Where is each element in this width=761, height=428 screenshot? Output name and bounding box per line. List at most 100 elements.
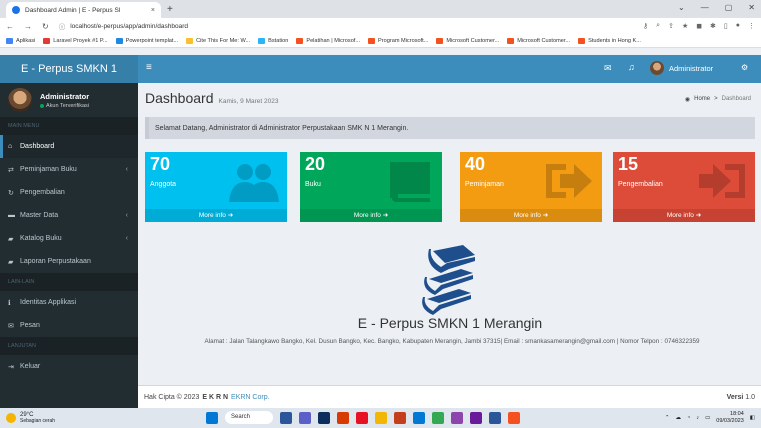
sun-icon xyxy=(6,413,16,423)
file-explorer-icon[interactable] xyxy=(375,411,387,424)
profile-icon[interactable]: ● xyxy=(736,22,740,30)
user-avatar[interactable] xyxy=(650,61,664,75)
sidebar-item-pesan[interactable]: ✉ Pesan xyxy=(0,314,138,337)
close-icon[interactable]: ✕ xyxy=(748,3,755,12)
volume-icon[interactable]: ♪ xyxy=(696,415,699,421)
vs-icon[interactable] xyxy=(470,411,482,424)
stat-box-pengembalian: 15 Pengembalian More info ➜ xyxy=(613,152,755,222)
copyright-text: Hak Cipta © 2023 xyxy=(144,393,200,401)
book-icon xyxy=(390,162,430,202)
dashboard-icon: ◉ xyxy=(684,97,691,103)
extension-icon[interactable]: ◼ xyxy=(696,22,702,30)
school-address: Alamat : Jalan Talangkawo Bangko, Kel. D… xyxy=(204,338,700,345)
app-icon[interactable] xyxy=(337,411,349,424)
bookmark-item[interactable]: Microsoft Customer... xyxy=(507,37,570,44)
vscode-icon[interactable] xyxy=(451,411,463,424)
app-icon-2[interactable] xyxy=(508,411,520,424)
minimize-icon[interactable]: — xyxy=(701,3,709,12)
bookmark-item[interactable]: Powerpoint templat... xyxy=(115,37,178,44)
more-info-link[interactable]: More info ➜ xyxy=(145,209,287,222)
zoom-icon[interactable]: ⌕ xyxy=(656,22,660,30)
sidebar-item-laporan[interactable]: ▰ Laporan Perpustakaan xyxy=(0,250,138,273)
task-view-icon[interactable] xyxy=(280,411,292,424)
sidebar-item-pengembalian[interactable]: ↻ Pengembalian xyxy=(0,181,138,204)
sidebar-item-identitas[interactable]: ℹ Identitas Applikasi xyxy=(0,291,138,314)
exchange-icon: ⇄ xyxy=(8,166,14,174)
browser-tab-bar: Dashboard Admin | E - Perpus Sl × + ⌄ — … xyxy=(0,0,761,18)
sidebar-item-label: Master Data xyxy=(20,212,59,219)
tab-close-icon[interactable]: × xyxy=(151,7,155,14)
key-icon[interactable]: ⚷ xyxy=(643,22,648,30)
bookmark-item[interactable]: Laravel Proyek #1 P... xyxy=(43,37,108,44)
more-info-link[interactable]: More info ➜ xyxy=(613,209,755,222)
word-icon[interactable] xyxy=(489,411,501,424)
notification-icon[interactable]: ◧ xyxy=(750,415,755,421)
wifi-icon[interactable]: ◔ xyxy=(687,415,690,421)
chevron-down-icon[interactable]: ⌄ xyxy=(678,3,685,12)
stat-label: Buku xyxy=(305,181,321,188)
store-icon[interactable] xyxy=(356,411,368,424)
star-icon[interactable]: ★ xyxy=(682,22,688,30)
forward-icon[interactable]: → xyxy=(24,22,32,31)
company-link[interactable]: EKRN Corp. xyxy=(231,394,270,401)
sidebar-item-master-data[interactable]: ▬ Master Data ‹ xyxy=(0,204,138,227)
bookmark-item[interactable]: Cite This For Me: W... xyxy=(186,37,250,44)
bell-icon[interactable]: ♫ xyxy=(628,62,635,72)
bookmark-icon xyxy=(507,37,515,44)
bookmark-item[interactable]: Students in Hong K... xyxy=(578,37,641,44)
bookmark-label: Bstation xyxy=(268,37,289,44)
sidebar-item-keluar[interactable]: ⇥ Keluar xyxy=(0,355,138,378)
bookmark-item[interactable]: Program Microsoft... xyxy=(368,37,428,44)
weather-widget[interactable]: 29°C Sebagian cerah xyxy=(6,412,55,424)
envelope-icon[interactable]: ✉ xyxy=(604,63,612,74)
site-info-icon[interactable]: ⓘ xyxy=(59,21,66,31)
sidebar-item-peminjaman[interactable]: ⇄ Peminjaman Buku ‹ xyxy=(0,158,138,181)
user-name: Administrator xyxy=(40,91,90,101)
chevron-up-icon[interactable]: ⌃ xyxy=(665,415,670,421)
taskbar-search[interactable]: Search xyxy=(225,411,273,424)
sidebar-item-dashboard[interactable]: ⌂ Dashboard xyxy=(0,135,138,158)
sidebar-icon[interactable]: ▯ xyxy=(724,22,728,30)
menu-icon[interactable]: ⋮ xyxy=(748,22,755,30)
clock[interactable]: 18:04 09/03/2023 xyxy=(716,411,744,425)
bookmark-item[interactable]: Pelatihan | Microsof... xyxy=(296,37,360,44)
more-info-link[interactable]: More info ➜ xyxy=(460,209,602,222)
sign-in-icon xyxy=(699,164,745,198)
sidebar-item-katalog[interactable]: ▰ Katalog Buku ‹ xyxy=(0,227,138,250)
powerpoint-icon[interactable] xyxy=(394,411,406,424)
widgets-icon[interactable] xyxy=(318,411,330,424)
hamburger-icon[interactable]: ≡ xyxy=(146,62,152,73)
bookmark-label: Aplikasi xyxy=(16,37,36,44)
teams-icon[interactable] xyxy=(299,411,311,424)
stat-label: Anggota xyxy=(150,181,177,188)
user-menu-name[interactable]: Administrator xyxy=(669,64,713,73)
clock-time: 18:04 xyxy=(730,411,744,417)
bookmark-item[interactable]: Microsoft Customer... xyxy=(436,37,499,44)
brand-logo[interactable]: E - Perpus SMKN 1 xyxy=(0,55,138,83)
browser-tab[interactable]: Dashboard Admin | E - Perpus Sl × xyxy=(6,2,161,18)
maximize-icon[interactable]: ▢ xyxy=(725,3,733,12)
battery-icon[interactable]: ▭ xyxy=(705,415,710,421)
report-icon: ▰ xyxy=(8,258,14,266)
stat-value: 40 xyxy=(465,154,486,174)
cloud-icon[interactable]: ☁ xyxy=(675,415,681,421)
bookmark-item[interactable]: Bstation xyxy=(258,37,289,44)
sidebar-item-label: Pengembalian xyxy=(20,189,65,196)
gear-icon[interactable]: ⚙ xyxy=(741,63,748,72)
envelope-icon: ✉ xyxy=(8,322,14,330)
more-info-text: More info xyxy=(666,212,694,219)
breadcrumb-home[interactable]: Home xyxy=(694,96,710,103)
windows-start-icon[interactable] xyxy=(206,411,218,424)
puzzle-icon[interactable]: ✱ xyxy=(710,22,716,30)
new-tab-button[interactable]: + xyxy=(167,2,173,18)
share-icon[interactable]: ⇪ xyxy=(668,22,674,30)
bookmark-item[interactable]: Aplikasi xyxy=(6,37,36,44)
taskbar-apps: Search xyxy=(206,411,520,424)
url-field[interactable]: ⓘ localhost/e-perpus/app/admin/dashboard xyxy=(59,20,633,32)
back-icon[interactable]: ← xyxy=(6,22,14,31)
version-label: Versi xyxy=(726,393,744,401)
edge-icon[interactable] xyxy=(413,411,425,424)
reload-icon[interactable]: ↻ xyxy=(42,22,49,31)
more-info-link[interactable]: More info ➜ xyxy=(300,209,442,222)
chrome-icon[interactable] xyxy=(432,411,444,424)
